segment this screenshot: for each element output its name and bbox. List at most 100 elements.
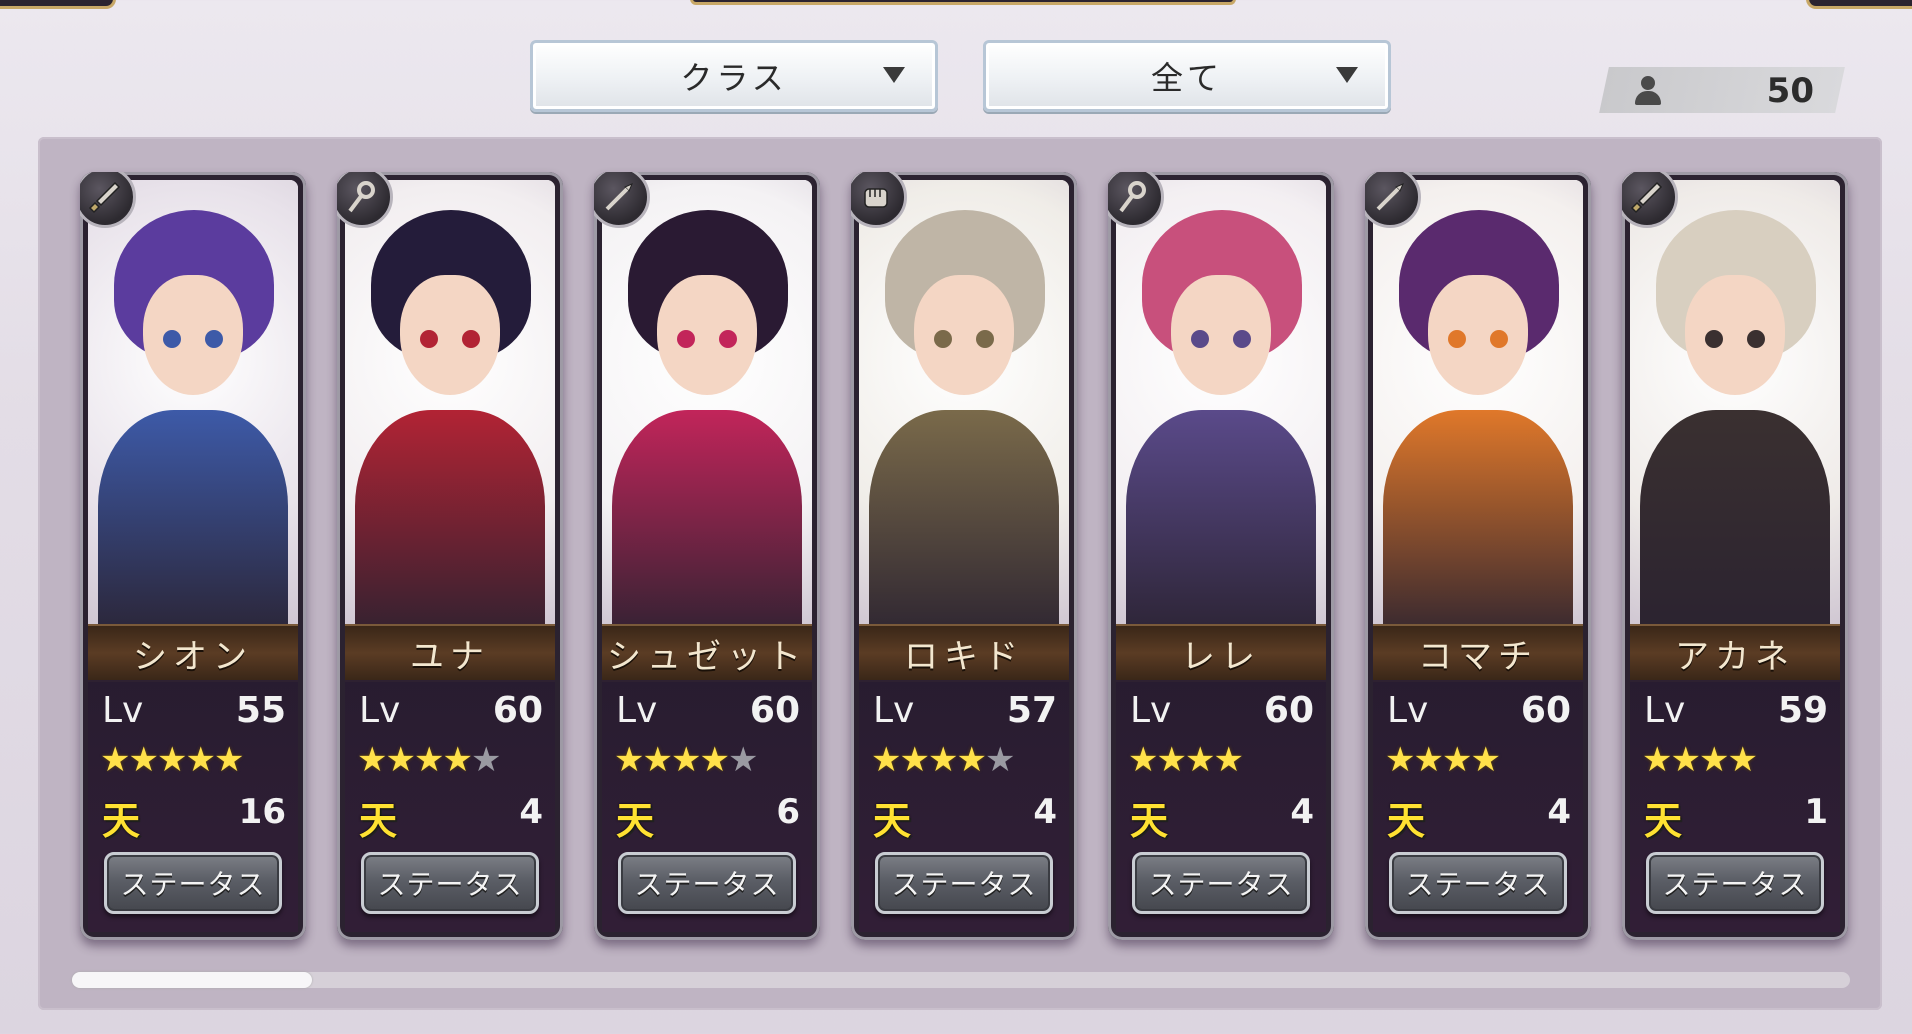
ten-row: 天 4 (1130, 790, 1314, 843)
character-card[interactable]: コマチ Lv 60 ★★★★ 天 4 ステータス (1365, 172, 1591, 940)
status-button[interactable]: ステータス (618, 852, 796, 914)
star-filled-icon: ★ (442, 740, 473, 780)
character-stats: Lv 60 ★★★★ 天 4 ステータス (1373, 680, 1583, 932)
ten-row: 天 16 (102, 790, 286, 843)
ten-row: 天 6 (616, 790, 800, 843)
character-name: シュゼット (607, 636, 807, 677)
unit-count-value: 50 (1766, 71, 1814, 111)
ten-value: 16 (238, 792, 286, 832)
star-filled-icon: ★ (1128, 740, 1159, 780)
rarity-stars: ★★★★ (1128, 740, 1318, 780)
horizontal-scrollbar[interactable] (72, 972, 1850, 988)
star-filled-icon: ★ (699, 740, 730, 780)
character-name-bar: アカネ (1630, 624, 1840, 682)
type-filter-label: 全て (1150, 59, 1223, 97)
character-card[interactable]: レレ Lv 60 ★★★★ 天 4 ステータス (1108, 172, 1334, 940)
character-portrait[interactable] (345, 180, 555, 628)
character-name-bar: シオン (88, 624, 298, 682)
character-card[interactable]: シオン Lv 55 ★★★★★ 天 16 ステータス (80, 172, 306, 940)
character-name-bar: レレ (1116, 624, 1326, 682)
character-stats: Lv 60 ★★★★★ 天 6 ステータス (602, 680, 812, 932)
character-name: シオン (133, 636, 253, 677)
character-name: レレ (1181, 636, 1261, 677)
ten-icon: 天 (1644, 798, 1683, 843)
status-button-label: ステータス (1405, 868, 1551, 901)
character-card[interactable]: アカネ Lv 59 ★★★★ 天 1 ステータス (1622, 172, 1848, 940)
star-filled-icon: ★ (1670, 740, 1701, 780)
character-portrait[interactable] (1116, 180, 1326, 628)
character-card[interactable]: ロキド Lv 57 ★★★★★ 天 4 ステータス (851, 172, 1077, 940)
star-filled-icon: ★ (1727, 740, 1758, 780)
status-button-label: ステータス (377, 868, 523, 901)
character-name-bar: シュゼット (602, 624, 812, 682)
top-center-frame (690, 0, 1236, 5)
unit-count: 50 (1604, 67, 1840, 113)
status-button[interactable]: ステータス (104, 852, 282, 914)
status-button-label: ステータス (891, 868, 1037, 901)
character-portrait[interactable] (88, 180, 298, 628)
level-label: Lv (359, 690, 401, 731)
character-stats: Lv 55 ★★★★★ 天 16 ステータス (88, 680, 298, 932)
ten-row: 天 4 (873, 790, 1057, 843)
status-button[interactable]: ステータス (1646, 852, 1824, 914)
status-button[interactable]: ステータス (361, 852, 539, 914)
status-button[interactable]: ステータス (875, 852, 1053, 914)
character-portrait[interactable] (602, 180, 812, 628)
character-stats: Lv 59 ★★★★ 天 1 ステータス (1630, 680, 1840, 932)
status-button-label: ステータス (1662, 868, 1808, 901)
star-filled-icon: ★ (1156, 740, 1187, 780)
character-portrait[interactable] (1373, 180, 1583, 628)
level-row: Lv 57 (873, 690, 1057, 734)
level-value: 60 (749, 690, 800, 731)
character-name-bar: ユナ (345, 624, 555, 682)
rarity-stars: ★★★★★ (871, 740, 1061, 780)
level-value: 60 (1520, 690, 1571, 731)
type-filter-dropdown[interactable]: 全て (983, 40, 1391, 112)
ten-row: 天 4 (359, 790, 543, 843)
star-filled-icon: ★ (385, 740, 416, 780)
star-filled-icon: ★ (357, 740, 388, 780)
star-filled-icon: ★ (614, 740, 645, 780)
character-stats: Lv 60 ★★★★★ 天 4 ステータス (345, 680, 555, 932)
level-row: Lv 55 (102, 690, 286, 734)
character-name: ユナ (410, 636, 490, 677)
level-value: 55 (235, 690, 286, 731)
character-name: アカネ (1675, 636, 1795, 677)
rarity-stars: ★★★★★ (357, 740, 547, 780)
top-right-frame (1806, 0, 1912, 9)
star-filled-icon: ★ (1698, 740, 1730, 780)
star-filled-icon: ★ (100, 740, 131, 780)
chevron-down-icon (883, 67, 905, 83)
character-portrait[interactable] (1630, 180, 1840, 628)
level-label: Lv (1130, 690, 1172, 731)
level-label: Lv (1387, 690, 1429, 731)
ten-icon: 天 (873, 798, 912, 843)
star-filled-icon: ★ (899, 740, 930, 780)
star-empty-icon: ★ (470, 740, 502, 780)
level-row: Lv 60 (1387, 690, 1571, 734)
star-empty-icon: ★ (984, 740, 1016, 780)
star-filled-icon: ★ (1184, 740, 1216, 780)
class-filter-label: クラス (680, 59, 788, 97)
status-button[interactable]: ステータス (1389, 852, 1567, 914)
ten-icon: 天 (616, 798, 655, 843)
star-filled-icon: ★ (642, 740, 673, 780)
status-button[interactable]: ステータス (1132, 852, 1310, 914)
character-card[interactable]: シュゼット Lv 60 ★★★★★ 天 6 ステータス (594, 172, 820, 940)
character-portrait[interactable] (859, 180, 1069, 628)
level-label: Lv (102, 690, 144, 731)
star-filled-icon: ★ (670, 740, 702, 780)
scrollbar-thumb[interactable] (72, 972, 312, 988)
star-filled-icon: ★ (1441, 740, 1473, 780)
status-button-label: ステータス (634, 868, 780, 901)
ten-value: 4 (1033, 792, 1057, 832)
class-filter-dropdown[interactable]: クラス (530, 40, 938, 112)
character-stats: Lv 60 ★★★★ 天 4 ステータス (1116, 680, 1326, 932)
level-label: Lv (873, 690, 915, 731)
ten-icon: 天 (1387, 798, 1426, 843)
level-value: 57 (1006, 690, 1057, 731)
character-stats: Lv 57 ★★★★★ 天 4 ステータス (859, 680, 1069, 932)
character-card[interactable]: ユナ Lv 60 ★★★★★ 天 4 ステータス (337, 172, 563, 940)
star-empty-icon: ★ (727, 740, 759, 780)
star-filled-icon: ★ (413, 740, 445, 780)
